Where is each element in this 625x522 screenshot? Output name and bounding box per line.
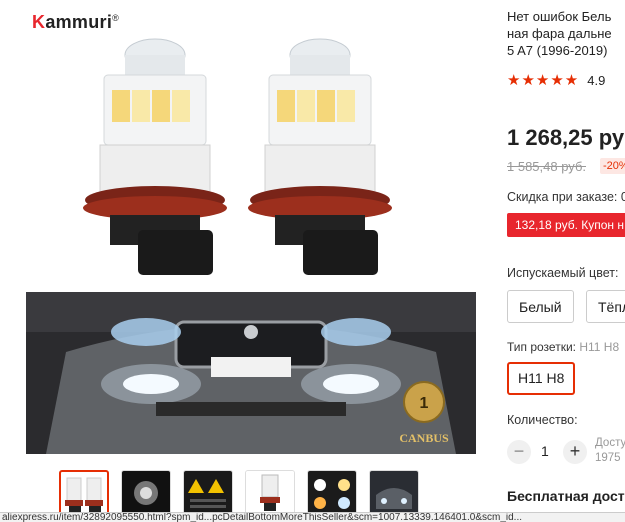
free-shipping-label: Бесплатная дост <box>507 488 625 504</box>
car-lifestyle-image[interactable]: 1 CANBUS <box>26 292 476 454</box>
coupon-button[interactable]: 132,18 руб. Купон н <box>507 213 625 237</box>
old-price: 1 585,48 руб. <box>507 159 587 174</box>
thumbnail-3[interactable] <box>183 470 233 516</box>
color-option-warm[interactable]: Тёпл <box>586 290 625 323</box>
product-title[interactable]: Нет ошибок Бель ная фара дальне 5 A7 (19… <box>507 8 625 59</box>
thumbnail-1[interactable] <box>59 470 109 516</box>
rating-value: 4.9 <box>587 72 606 88</box>
socket-option-h11-h8[interactable]: H11 H8 <box>507 362 576 395</box>
discount-badge: -20% <box>600 158 625 174</box>
quantity-increase-button[interactable]: + <box>563 440 587 464</box>
canbus-label: CANBUS <box>399 431 449 445</box>
current-price: 1 268,25 ру <box>507 125 625 150</box>
product-gallery: Kammuri® 1 CANBUS <box>0 0 496 522</box>
product-rating[interactable]: ★★★★★ 4.9 <box>507 71 605 89</box>
quantity-label: Количество: <box>507 413 578 427</box>
thumbnail-6[interactable] <box>369 470 419 516</box>
order-discount-label: Скидка при заказе: 0 <box>507 190 625 204</box>
rating-stars-icon: ★★★★★ <box>507 72 580 89</box>
led-bulb-left <box>83 38 227 275</box>
warranty-number: 1 <box>420 395 429 412</box>
available-quantity: Досту 1975 <box>595 437 625 464</box>
thumbnail-5[interactable] <box>307 470 357 516</box>
color-option-white[interactable]: Белый <box>507 290 574 323</box>
browser-status-bar-url: aliexpress.ru/item/32892095550.html?spm_… <box>0 512 625 522</box>
product-info-panel: Нет ошибок Бель ная фара дальне 5 A7 (19… <box>507 0 625 522</box>
thumbnail-2[interactable] <box>121 470 171 516</box>
quantity-value[interactable]: 1 <box>541 443 549 459</box>
led-bulb-right <box>248 38 392 275</box>
quantity-decrease-button[interactable]: − <box>507 440 531 464</box>
socket-type-label: Тип розетки: H11 H8 <box>507 340 620 354</box>
thumbnail-4[interactable] <box>245 470 295 516</box>
thumbnail-strip <box>59 470 419 516</box>
product-main-image[interactable] <box>60 20 440 285</box>
color-label: Испускаемый цвет: <box>507 266 619 280</box>
